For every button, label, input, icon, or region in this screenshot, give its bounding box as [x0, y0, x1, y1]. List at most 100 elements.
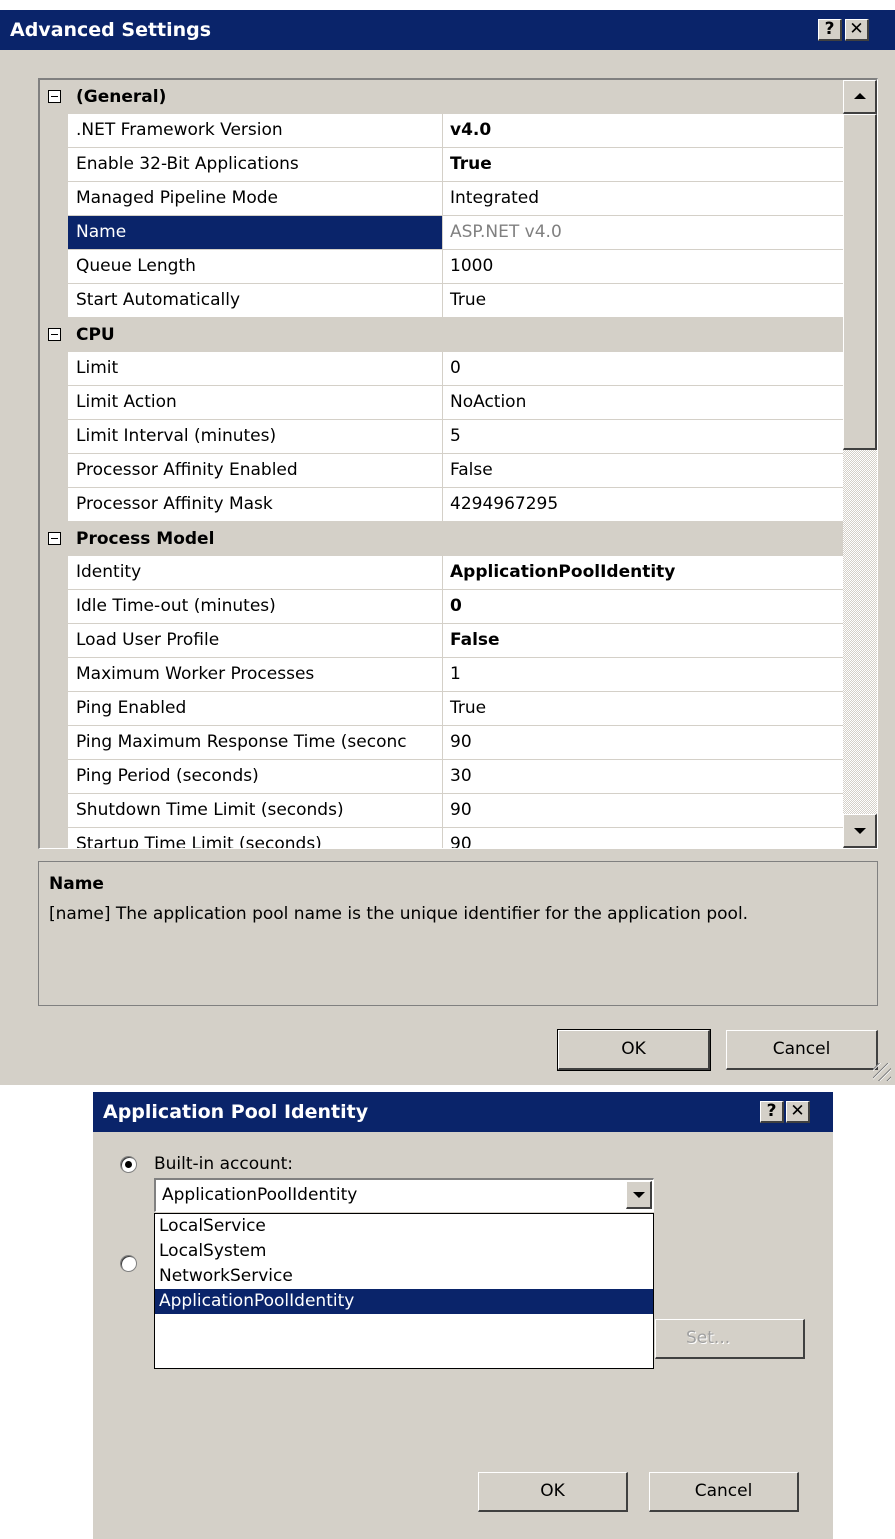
- property-value[interactable]: 90: [444, 794, 844, 827]
- property-grid[interactable]: (General) .NET Framework Version v4.0 Enabl…: [38, 78, 878, 849]
- property-name[interactable]: Queue Length: [68, 250, 443, 283]
- property-name[interactable]: Ping Period (seconds): [68, 760, 443, 793]
- close-button[interactable]: ✕: [845, 19, 869, 41]
- property-row[interactable]: Limit Action NoAction: [40, 386, 844, 420]
- category-row[interactable]: (General): [40, 80, 844, 114]
- row-margin: [40, 114, 68, 148]
- property-value[interactable]: NoAction: [444, 386, 844, 419]
- scroll-up-button[interactable]: [843, 80, 877, 114]
- dropdown-option[interactable]: ApplicationPoolIdentity: [155, 1289, 653, 1314]
- property-value[interactable]: False: [444, 624, 844, 657]
- property-name[interactable]: Limit: [68, 352, 443, 385]
- builtin-account-label: Built-in account:: [154, 1154, 294, 1174]
- background-window-text-strip: [0, 0, 895, 10]
- property-row[interactable]: Processor Affinity Enabled False: [40, 454, 844, 488]
- property-row[interactable]: Maximum Worker Processes 1: [40, 658, 844, 692]
- property-name[interactable]: Limit Interval (minutes): [68, 420, 443, 453]
- property-row[interactable]: Idle Time-out (minutes) 0: [40, 590, 844, 624]
- custom-account-radio[interactable]: [120, 1255, 137, 1272]
- property-name[interactable]: Startup Time Limit (seconds): [68, 828, 443, 848]
- property-value[interactable]: False: [444, 454, 844, 487]
- builtin-account-combo[interactable]: ApplicationPoolIdentity: [154, 1178, 654, 1212]
- property-name[interactable]: Start Automatically: [68, 284, 443, 317]
- property-name[interactable]: Limit Action: [68, 386, 443, 419]
- collapse-icon[interactable]: [48, 532, 61, 545]
- help-button[interactable]: ?: [818, 19, 842, 41]
- collapse-icon[interactable]: [48, 328, 61, 341]
- category-row[interactable]: CPU: [40, 318, 844, 352]
- property-name[interactable]: Maximum Worker Processes: [68, 658, 443, 691]
- property-value[interactable]: 1000: [444, 250, 844, 283]
- category-row[interactable]: Process Model: [40, 522, 844, 556]
- property-row[interactable]: Queue Length 1000: [40, 250, 844, 284]
- property-row[interactable]: Limit Interval (minutes) 5: [40, 420, 844, 454]
- property-name[interactable]: .NET Framework Version: [68, 114, 443, 147]
- row-margin: [40, 352, 68, 386]
- set-button[interactable]: Set...: [655, 1319, 805, 1359]
- property-row[interactable]: Processor Affinity Mask 4294967295: [40, 488, 844, 522]
- combo-dropdown-button[interactable]: [626, 1181, 652, 1209]
- property-name[interactable]: Ping Enabled: [68, 692, 443, 725]
- property-value[interactable]: ApplicationPoolIdentity: [444, 556, 844, 589]
- close-button[interactable]: ✕: [786, 1101, 810, 1123]
- cancel-button[interactable]: Cancel: [726, 1030, 878, 1070]
- dropdown-option[interactable]: LocalService: [155, 1214, 653, 1239]
- row-margin: [40, 250, 68, 284]
- property-row[interactable]: Load User Profile False: [40, 624, 844, 658]
- property-value[interactable]: True: [444, 692, 844, 725]
- property-value[interactable]: ASP.NET v4.0: [444, 216, 844, 249]
- property-name[interactable]: Managed Pipeline Mode: [68, 182, 443, 215]
- property-value[interactable]: 90: [444, 726, 844, 759]
- property-row[interactable]: Name ASP.NET v4.0: [40, 216, 844, 250]
- property-row[interactable]: Ping Maximum Response Time (seconc 90: [40, 726, 844, 760]
- property-name[interactable]: Enable 32-Bit Applications: [68, 148, 443, 181]
- property-name[interactable]: Shutdown Time Limit (seconds): [68, 794, 443, 827]
- property-row[interactable]: Identity ApplicationPoolIdentity: [40, 556, 844, 590]
- property-value[interactable]: True: [444, 284, 844, 317]
- property-row[interactable]: Enable 32-Bit Applications True: [40, 148, 844, 182]
- property-name[interactable]: Processor Affinity Mask: [68, 488, 443, 521]
- property-row[interactable]: Shutdown Time Limit (seconds) 90: [40, 794, 844, 828]
- property-name[interactable]: Load User Profile: [68, 624, 443, 657]
- property-value[interactable]: Integrated: [444, 182, 844, 215]
- property-name[interactable]: Name: [68, 216, 443, 249]
- property-value[interactable]: v4.0: [444, 114, 844, 147]
- property-value[interactable]: 1: [444, 658, 844, 691]
- cancel-button[interactable]: Cancel: [649, 1472, 799, 1512]
- resize-grip[interactable]: [873, 1063, 891, 1081]
- dropdown-option[interactable]: NetworkService: [155, 1264, 653, 1289]
- category-label: (General): [76, 87, 167, 107]
- property-value[interactable]: 30: [444, 760, 844, 793]
- vertical-scrollbar[interactable]: [843, 80, 877, 848]
- account-dropdown-list[interactable]: LocalService LocalSystem NetworkService App…: [154, 1213, 654, 1369]
- property-value[interactable]: 0: [444, 352, 844, 385]
- property-name[interactable]: Idle Time-out (minutes): [68, 590, 443, 623]
- property-row[interactable]: Startup Time Limit (seconds) 90: [40, 828, 844, 848]
- dropdown-option[interactable]: LocalSystem: [155, 1239, 653, 1264]
- property-row[interactable]: Managed Pipeline Mode Integrated: [40, 182, 844, 216]
- property-value[interactable]: 90: [444, 828, 844, 848]
- row-margin: [40, 182, 68, 216]
- property-value[interactable]: 0: [444, 590, 844, 623]
- help-button[interactable]: ?: [760, 1101, 784, 1123]
- property-row[interactable]: Ping Period (seconds) 30: [40, 760, 844, 794]
- scroll-down-button[interactable]: [843, 814, 877, 848]
- arrow-down-icon: [854, 828, 866, 834]
- property-row[interactable]: .NET Framework Version v4.0: [40, 114, 844, 148]
- property-row[interactable]: Start Automatically True: [40, 284, 844, 318]
- property-name[interactable]: Identity: [68, 556, 443, 589]
- builtin-account-radio[interactable]: [120, 1156, 137, 1173]
- property-value[interactable]: 5: [444, 420, 844, 453]
- property-row[interactable]: Limit 0: [40, 352, 844, 386]
- property-value[interactable]: True: [444, 148, 844, 181]
- property-rows: (General) .NET Framework Version v4.0 Enabl…: [40, 80, 844, 848]
- property-row[interactable]: Ping Enabled True: [40, 692, 844, 726]
- property-name[interactable]: Ping Maximum Response Time (seconc: [68, 726, 443, 759]
- scroll-thumb[interactable]: [843, 114, 877, 450]
- ok-button[interactable]: OK: [478, 1472, 628, 1512]
- property-name[interactable]: Processor Affinity Enabled: [68, 454, 443, 487]
- property-value[interactable]: 4294967295: [444, 488, 844, 521]
- title-bar: Application Pool Identity ? ✕: [93, 1092, 833, 1132]
- ok-button[interactable]: OK: [557, 1029, 711, 1071]
- collapse-icon[interactable]: [48, 90, 61, 103]
